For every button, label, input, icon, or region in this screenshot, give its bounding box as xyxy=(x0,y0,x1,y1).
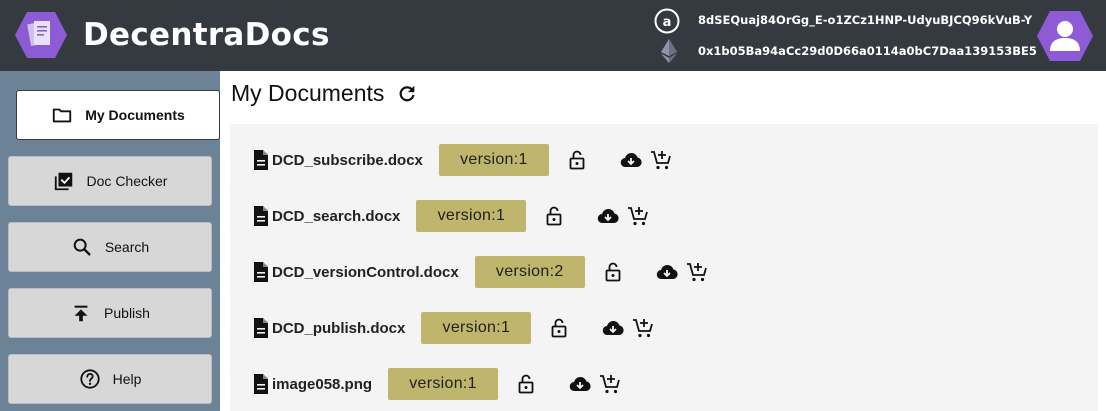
cloud-download-icon[interactable] xyxy=(596,204,620,228)
add-to-cart-icon[interactable] xyxy=(626,204,650,228)
arweave-address: 8dSEQuaj84OrGg_E-o1ZCz1HNP-UdyuBJCQ96kVu… xyxy=(698,13,1033,27)
folder-icon xyxy=(53,108,72,123)
unlock-icon[interactable] xyxy=(601,260,625,284)
add-to-cart-icon[interactable] xyxy=(685,260,709,284)
unlock-icon[interactable] xyxy=(542,204,566,228)
sidebar-item-label: Doc Checker xyxy=(86,173,168,189)
document-name[interactable]: DCD_subscribe.docx xyxy=(272,152,423,169)
page-title-row: My Documents xyxy=(231,80,418,107)
version-badge: version:2 xyxy=(474,256,585,288)
document-name[interactable]: DCD_versionControl.docx xyxy=(272,264,459,281)
cloud-download-icon[interactable] xyxy=(619,148,643,172)
document-name[interactable]: DCD_publish.docx xyxy=(272,320,405,337)
cloud-download-icon[interactable] xyxy=(601,316,625,340)
list-item: DCD_subscribe.docx version:1 xyxy=(252,144,673,176)
publish-icon xyxy=(74,305,88,322)
svg-text:a: a xyxy=(663,15,672,30)
logo-icon[interactable] xyxy=(14,10,68,60)
unlock-icon[interactable] xyxy=(514,372,538,396)
sidebar-item-label: Help xyxy=(112,371,142,387)
cloud-download-icon[interactable] xyxy=(568,372,592,396)
sidebar-item-label: Search xyxy=(104,239,150,255)
add-to-cart-icon[interactable] xyxy=(631,316,655,340)
unlock-icon[interactable] xyxy=(565,148,589,172)
list-item: image058.png version:1 xyxy=(252,368,622,400)
sidebar: My Documents Doc Checker Search Publish … xyxy=(0,71,220,411)
document-name[interactable]: DCD_search.docx xyxy=(272,208,400,225)
library-check-icon xyxy=(54,172,72,191)
sidebar-item-publish[interactable]: Publish xyxy=(8,288,212,338)
sidebar-item-doc-checker[interactable]: Doc Checker xyxy=(8,156,212,206)
sidebar-item-label: My Documents xyxy=(85,107,185,123)
file-icon xyxy=(254,262,268,282)
user-avatar-icon[interactable] xyxy=(1036,10,1094,62)
sidebar-item-search[interactable]: Search xyxy=(8,222,212,272)
search-icon xyxy=(73,238,91,256)
sidebar-item-my-documents[interactable]: My Documents xyxy=(16,90,220,140)
file-icon xyxy=(254,150,268,170)
page-title: My Documents xyxy=(231,80,385,106)
ethereum-icon xyxy=(661,39,677,63)
version-badge: version:1 xyxy=(388,368,499,400)
file-icon xyxy=(254,318,268,338)
app-header: DecentraDocs a 8dSEQuaj84OrGg_E-o1ZCz1HN… xyxy=(0,0,1106,71)
cloud-download-icon[interactable] xyxy=(655,260,679,284)
add-to-cart-icon[interactable] xyxy=(649,148,673,172)
unlock-icon[interactable] xyxy=(547,316,571,340)
list-item: DCD_versionControl.docx version:2 xyxy=(252,256,709,288)
sidebar-item-help[interactable]: Help xyxy=(8,354,212,404)
version-badge: version:1 xyxy=(438,144,549,176)
arweave-icon: a xyxy=(654,8,680,34)
list-item: DCD_search.docx version:1 xyxy=(252,200,650,232)
file-icon xyxy=(254,374,268,394)
add-to-cart-icon[interactable] xyxy=(598,372,622,396)
sidebar-item-label: Publish xyxy=(104,305,150,321)
app-title: DecentraDocs xyxy=(83,17,330,53)
document-list: DCD_subscribe.docx version:1 DCD_search.… xyxy=(230,124,1098,411)
list-item: DCD_publish.docx version:1 xyxy=(252,312,655,344)
version-badge: version:1 xyxy=(416,200,527,232)
ethereum-address: 0x1b05Ba94aCc29d0D66a0114a0bC7Daa139153B… xyxy=(698,44,1037,58)
document-name[interactable]: image058.png xyxy=(272,376,372,393)
help-icon xyxy=(79,369,100,389)
version-badge: version:1 xyxy=(421,312,532,344)
file-icon xyxy=(254,206,268,226)
refresh-icon[interactable] xyxy=(396,83,418,105)
